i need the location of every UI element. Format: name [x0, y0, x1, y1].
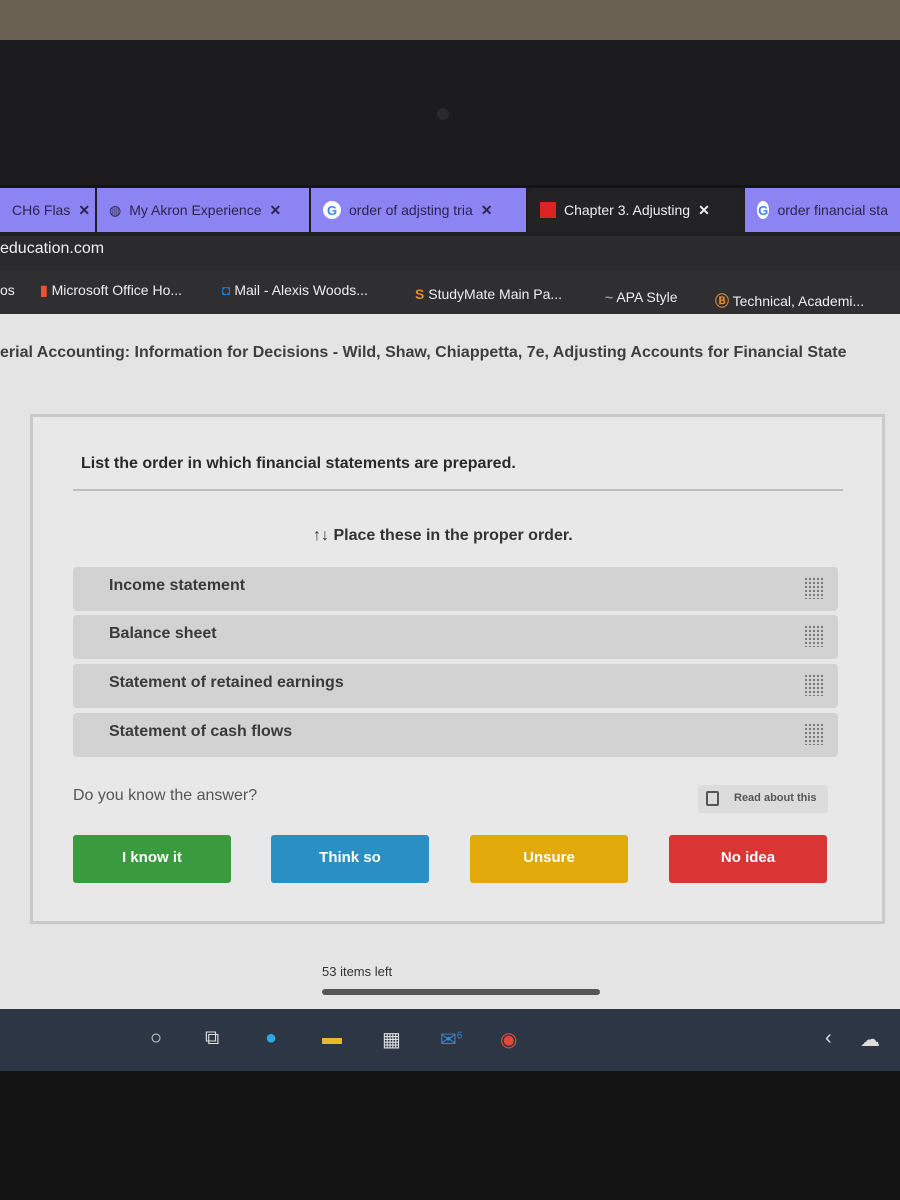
apa-icon: ~ [605, 289, 614, 305]
bartleby-icon: Ⓑ [715, 293, 729, 309]
breadcrumb: erial Accounting: Information for Decisi… [0, 344, 847, 361]
monitor-bezel [0, 40, 900, 185]
close-icon[interactable]: ✕ [698, 202, 710, 219]
tab-my-akron[interactable]: ◍ My Akron Experience ✕ [97, 188, 309, 232]
close-icon[interactable]: ✕ [270, 202, 282, 219]
read-about-button[interactable]: Read about this [698, 785, 828, 813]
cloud-icon: ☁ [860, 1029, 880, 1051]
chrome-icon[interactable]: ◉ [500, 1027, 517, 1052]
question-card: List the order in which financial statem… [30, 414, 885, 924]
background-wall [0, 0, 900, 40]
page-content: erial Accounting: Information for Decisi… [0, 314, 900, 1009]
divider [73, 489, 843, 491]
drag-handle-icon[interactable] [804, 674, 824, 696]
chevron-up-icon[interactable]: ‹ [825, 1027, 832, 1050]
google-icon: G [323, 201, 341, 219]
tab-order-financial[interactable]: Gorder financial sta [745, 188, 900, 232]
order-item[interactable]: Income statement [73, 567, 838, 611]
question-text: List the order in which financial statem… [81, 455, 516, 472]
think-so-button[interactable]: Think so [271, 835, 429, 883]
globe-icon: ◍ [109, 201, 122, 218]
drag-handle-icon[interactable] [804, 577, 824, 599]
order-item[interactable]: Statement of cash flows [73, 713, 838, 757]
task-view-icon[interactable]: ⧉ [205, 1027, 219, 1050]
document-icon [706, 791, 719, 806]
tab-chapter-3[interactable]: Chapter 3. Adjusting ✕ [528, 188, 743, 232]
edge-icon[interactable]: ● [265, 1027, 277, 1050]
bookmark-apa[interactable]: ~ APA Style [605, 289, 678, 305]
instruction: ↑↓ Place these in the proper order. [313, 527, 573, 544]
no-idea-button[interactable]: No idea [669, 835, 827, 883]
mcgraw-hill-icon [540, 202, 556, 218]
order-item[interactable]: Statement of retained earnings [73, 664, 838, 708]
i-know-it-button[interactable]: I know it [73, 835, 231, 883]
bookmark-technical[interactable]: Ⓑ Technical, Academi... [715, 291, 864, 311]
unsure-button[interactable]: Unsure [470, 835, 628, 883]
progress-bar [322, 989, 600, 995]
items-left: 53 items left [322, 964, 393, 979]
tab-ch6[interactable]: CH6 Flas ✕ [0, 188, 95, 232]
bookmarks-bar: os ▮ Microsoft Office Ho... ◘ Mail - Ale… [0, 270, 900, 314]
drag-handle-icon[interactable] [804, 625, 824, 647]
office-icon: ▮ [40, 282, 48, 298]
webcam [437, 108, 449, 120]
order-item[interactable]: Balance sheet [73, 615, 838, 659]
taskbar: ○ ⧉ ● ▬ ▦ ✉6 ◉ ‹ ☁ [0, 1009, 900, 1071]
bookmark-office[interactable]: ▮ Microsoft Office Ho... [40, 282, 182, 299]
bookmark-mail[interactable]: ◘ Mail - Alexis Woods... [222, 282, 368, 298]
mail-icon[interactable]: ✉6 [440, 1027, 462, 1052]
store-icon[interactable]: ▦ [382, 1027, 401, 1052]
close-icon[interactable]: ✕ [78, 202, 90, 219]
tab-bar: CH6 Flas ✕ ◍ My Akron Experience ✕ Gorder o… [0, 188, 900, 236]
studymate-icon: S [415, 286, 425, 302]
drag-handle-icon[interactable] [804, 723, 824, 745]
search-icon[interactable]: ○ [150, 1027, 162, 1050]
address-bar[interactable]: education.com [0, 236, 900, 270]
bookmark-studymate[interactable]: S StudyMate Main Pa... [415, 286, 562, 302]
tab-order-adjusting[interactable]: Gorder of adjsting tria ✕ [311, 188, 526, 232]
sort-arrows-icon: ↑↓ [313, 527, 329, 544]
close-icon[interactable]: ✕ [481, 202, 493, 219]
outlook-icon: ◘ [222, 282, 231, 298]
confidence-prompt: Do you know the answer? [73, 787, 258, 804]
file-explorer-icon[interactable]: ▬ [322, 1027, 342, 1050]
google-icon: G [757, 201, 770, 219]
